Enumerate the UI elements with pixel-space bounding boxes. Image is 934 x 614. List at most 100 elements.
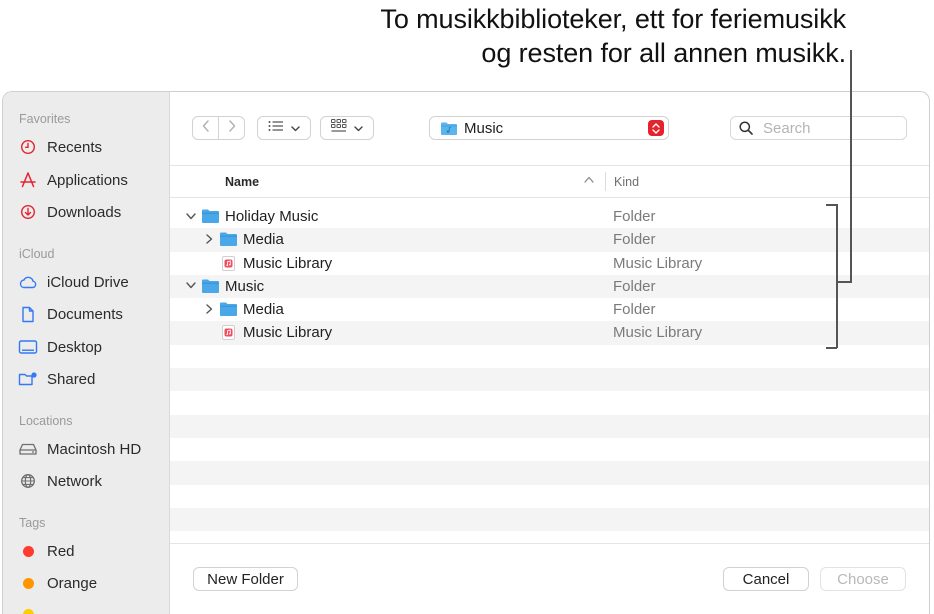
folder-icon bbox=[219, 231, 238, 251]
empty-row bbox=[170, 345, 929, 368]
list-view-button[interactable] bbox=[257, 116, 311, 140]
sidebar-item-label: Macintosh HD bbox=[47, 440, 142, 458]
empty-row bbox=[170, 391, 929, 414]
column-header-kind[interactable]: Kind bbox=[614, 175, 639, 189]
table-row[interactable]: Music Folder bbox=[170, 274, 929, 299]
document-icon bbox=[17, 304, 39, 324]
column-divider[interactable] bbox=[605, 172, 606, 191]
row-kind: Folder bbox=[613, 277, 656, 295]
list-header: Name Kind bbox=[170, 165, 929, 198]
sidebar-item-label: Orange bbox=[47, 574, 98, 592]
chevron-right-icon bbox=[228, 119, 236, 137]
grid-icon bbox=[331, 118, 347, 138]
row-name: Media bbox=[243, 231, 284, 249]
back-button[interactable] bbox=[192, 116, 219, 140]
sidebar-item-network[interactable]: Network bbox=[17, 469, 102, 493]
sidebar-item-macintosh-hd[interactable]: Macintosh HD bbox=[17, 437, 141, 461]
table-row[interactable]: Media Folder bbox=[170, 228, 929, 252]
row-kind: Folder bbox=[613, 208, 656, 225]
tag-dot-icon bbox=[17, 573, 39, 593]
column-header-name[interactable]: Name bbox=[225, 175, 259, 189]
empty-row bbox=[170, 438, 929, 461]
up-down-chevron-icon bbox=[648, 120, 664, 136]
open-dialog-window: Favorites Recents Applications Downloads bbox=[2, 91, 930, 614]
cancel-button[interactable]: Cancel bbox=[723, 567, 809, 591]
disclosure-expanded-icon[interactable] bbox=[185, 279, 197, 293]
sidebar-item-label: Shared bbox=[47, 370, 96, 388]
empty-row bbox=[170, 507, 929, 532]
sidebar-item-recents[interactable]: Recents bbox=[17, 135, 102, 159]
file-list: Holiday Music Folder Media Folder Music … bbox=[170, 205, 929, 578]
sidebar-item-tag-red[interactable]: Red bbox=[17, 539, 75, 563]
sidebar-section-locations: Locations bbox=[19, 414, 73, 428]
table-row[interactable]: Media Folder bbox=[170, 298, 929, 321]
row-kind: Folder bbox=[613, 231, 656, 249]
empty-row bbox=[170, 414, 929, 438]
search-input[interactable] bbox=[761, 118, 895, 138]
chevron-down-icon bbox=[291, 119, 300, 137]
chevron-down-icon bbox=[354, 119, 363, 137]
row-name: Holiday Music bbox=[225, 208, 319, 225]
choose-button[interactable]: Choose bbox=[820, 567, 906, 591]
folder-icon bbox=[201, 278, 220, 298]
disk-icon bbox=[17, 439, 39, 459]
row-name: Music Library bbox=[243, 254, 333, 272]
music-library-icon bbox=[222, 325, 235, 344]
sidebar-item-applications[interactable]: Applications bbox=[17, 168, 128, 192]
sidebar-item-icloud-drive[interactable]: iCloud Drive bbox=[17, 270, 129, 294]
row-name: Media bbox=[243, 301, 284, 319]
callout-line-2: og resten for all annen musikk. bbox=[481, 38, 846, 68]
forward-button[interactable] bbox=[218, 116, 245, 140]
tag-dot-icon bbox=[17, 604, 39, 614]
row-kind: Folder bbox=[613, 301, 656, 319]
screenshot-canvas: To musikkbiblioteker, ett for feriemusik… bbox=[0, 0, 934, 614]
folder-icon bbox=[201, 208, 220, 228]
sidebar-item-desktop[interactable]: Desktop bbox=[17, 335, 102, 359]
table-row[interactable]: Music Library Music Library bbox=[170, 321, 929, 345]
table-row[interactable]: Holiday Music Folder bbox=[170, 205, 929, 228]
tag-dot-icon bbox=[17, 541, 39, 561]
list-icon bbox=[268, 119, 284, 137]
sidebar-section-favorites: Favorites bbox=[19, 112, 71, 126]
sidebar-item-label: Downloads bbox=[47, 203, 122, 221]
empty-row bbox=[170, 461, 929, 485]
cloud-icon bbox=[17, 272, 39, 292]
globe-icon bbox=[17, 471, 39, 491]
row-kind: Music Library bbox=[613, 254, 703, 272]
sidebar-item-label: Documents bbox=[47, 305, 123, 323]
disclosure-expanded-icon[interactable] bbox=[185, 209, 197, 223]
location-popup[interactable]: Music bbox=[429, 116, 669, 140]
sort-ascending-icon bbox=[584, 174, 594, 186]
callout-annotation: To musikkbiblioteker, ett for feriemusik… bbox=[380, 2, 846, 70]
download-icon bbox=[17, 202, 39, 222]
sidebar-item-shared[interactable]: Shared bbox=[17, 367, 95, 391]
sidebar-item-label: Recents bbox=[47, 138, 103, 156]
music-folder-icon bbox=[440, 121, 458, 136]
dialog-footer: New Folder Cancel Choose bbox=[170, 543, 929, 614]
sidebar-item-documents[interactable]: Documents bbox=[17, 302, 123, 326]
sidebar-item-downloads[interactable]: Downloads bbox=[17, 200, 121, 224]
sidebar-item-label: Network bbox=[47, 472, 103, 490]
callout-line-1: To musikkbiblioteker, ett for feriemusik… bbox=[380, 4, 846, 34]
sidebar-section-icloud: iCloud bbox=[19, 247, 55, 261]
search-field[interactable] bbox=[730, 116, 907, 140]
sidebar-item-tag-orange[interactable]: Orange bbox=[17, 571, 97, 595]
sidebar-item-tag-yellow-partial[interactable] bbox=[17, 602, 47, 614]
clock-icon bbox=[17, 137, 39, 157]
disclosure-collapsed-icon[interactable] bbox=[203, 232, 215, 246]
sidebar-item-label: Applications bbox=[47, 171, 128, 189]
row-name: Music Library bbox=[243, 324, 333, 342]
new-folder-button[interactable]: New Folder bbox=[193, 567, 298, 591]
disclosure-collapsed-icon[interactable] bbox=[203, 302, 215, 316]
location-label: Music bbox=[464, 119, 504, 137]
music-library-icon bbox=[222, 255, 235, 275]
search-icon bbox=[739, 121, 753, 135]
sidebar: Favorites Recents Applications Downloads bbox=[3, 92, 170, 614]
sidebar-item-label: iCloud Drive bbox=[47, 273, 129, 291]
table-row[interactable]: Music Library Music Library bbox=[170, 252, 929, 275]
empty-row bbox=[170, 368, 929, 392]
empty-row bbox=[170, 485, 929, 508]
row-kind: Music Library bbox=[613, 324, 703, 342]
group-view-button[interactable] bbox=[320, 116, 374, 140]
applications-icon bbox=[17, 170, 39, 190]
